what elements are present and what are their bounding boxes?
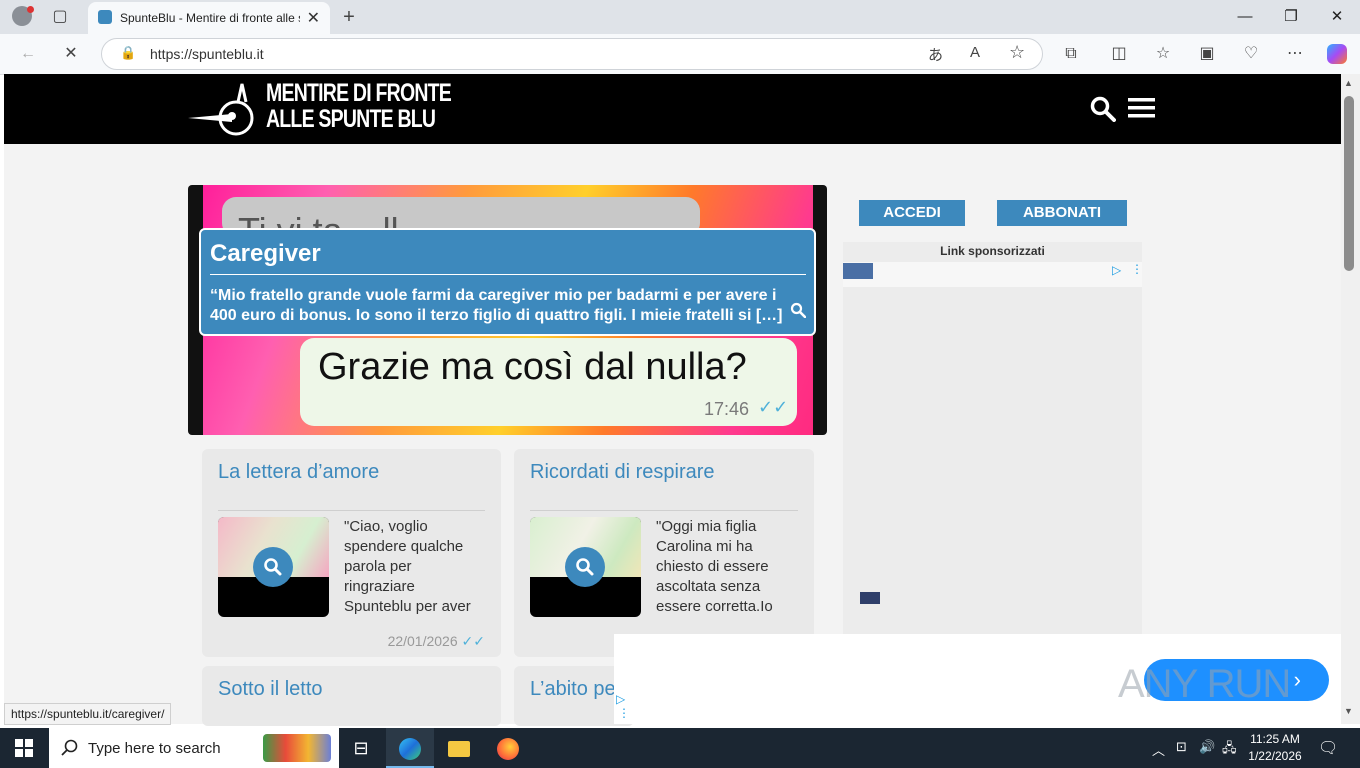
split-screen-icon[interactable]: ◫ [1106,41,1132,67]
read-aloud-icon[interactable]: A [970,44,980,61]
double-check-icon: ✓✓ [461,633,485,649]
clock-time: 11:25 AM [1250,732,1300,746]
chevron-right-icon: › [1293,667,1301,692]
double-check-icon: ✓✓ [758,397,789,417]
tab-actions-icon[interactable]: ▢ [47,4,73,30]
ad-small-logo[interactable] [860,592,880,604]
search-icon[interactable] [1090,96,1116,122]
minimize-icon[interactable]: — [1222,0,1268,34]
volume-icon[interactable]: 🔊 [1199,739,1215,755]
taskbar-clock[interactable]: 11:25 AM 1/22/2026 [1240,731,1310,765]
status-link-url: https://spunteblu.it/caregiver/ [4,703,172,725]
adchoices-icon[interactable]: ▷ [616,692,625,706]
address-url: https://spunteblu.it [150,46,264,62]
article-card[interactable]: Sotto il letto [202,666,501,726]
card-divider [218,510,485,511]
hero-image-time: 17:46 [704,399,750,419]
ad-image[interactable] [843,263,873,279]
card-thumbnail[interactable] [530,517,641,617]
card-divider [530,510,798,511]
bird-logo-icon[interactable] [186,80,260,138]
logo-line-1: MENTIRE DI FRONTE [266,79,452,107]
hero-excerpt-line-2: 400 euro di bonus. Io sono il terzo figl… [210,307,783,324]
hero-excerpt: “Mio fratello grande vuole farmi da care… [210,286,790,326]
ad-label: Link sponsorizzati [940,244,1045,258]
tab-active[interactable]: SpunteBlu - Mentire di fronte alle spunt… [88,2,330,34]
card-excerpt: "Ciao, voglio spendere qualche parola pe… [344,518,471,615]
address-bar[interactable]: 🔒 https://spunteblu.it あ A ☆ [101,38,1043,70]
search-icon[interactable] [253,547,293,587]
card-thumbnail[interactable] [218,517,329,617]
taskbar-search-placeholder: Type here to search [88,740,221,757]
site-logo-text[interactable]: MENTIRE DI FRONTE ALLE SPUNTE BLU [266,79,452,133]
edge-taskbar-icon[interactable] [386,728,434,768]
card-title[interactable]: Ricordati di respirare [530,461,715,484]
meet-now-icon[interactable]: ⊡ [1176,739,1187,755]
article-card[interactable]: Ricordati di respirare "Oggi mia figlia … [514,449,814,657]
adchoices-icon[interactable]: ▷ [1112,263,1121,277]
browser-essentials-icon[interactable]: ♡ [1238,41,1264,67]
scroll-down-icon[interactable]: ▼ [1344,706,1353,716]
search-icon[interactable] [790,302,806,318]
article-card[interactable]: La lettera d’amore "Ciao, voglio spender… [202,449,501,657]
hero-caption-box[interactable]: Caregiver “Mio fratello grande vuole far… [199,228,816,336]
extensions-icon[interactable]: ⧉ [1058,41,1084,67]
profile-notification-dot [27,6,34,13]
close-tab-icon[interactable]: ✕ [307,8,320,28]
scroll-up-icon[interactable]: ▲ [1344,78,1353,88]
favorite-star-icon[interactable]: ☆ [1009,42,1025,63]
ad-menu-icon[interactable]: ⋮ [618,706,630,720]
collections-icon[interactable]: ▣ [1194,41,1220,67]
tab-title: SpunteBlu - Mentire di fronte alle spunt… [120,11,300,25]
hero-excerpt-line-1: “Mio fratello grande vuole farmi da care… [210,287,777,304]
copilot-icon[interactable] [1327,44,1347,64]
sponsored-ad-area[interactable] [843,242,1142,634]
taskbar-search-box[interactable]: Type here to search [49,728,339,768]
back-icon[interactable]: ← [15,41,41,67]
file-explorer-icon[interactable] [435,728,483,768]
show-hidden-icons-icon[interactable]: ︿ [1152,740,1165,759]
restore-icon[interactable]: ❐ [1268,0,1314,34]
logo-line-2: ALLE SPUNTE BLU [266,105,436,133]
more-menu-icon[interactable]: ⋯ [1282,41,1308,67]
scroll-thumb[interactable] [1344,96,1354,271]
site-info-icon[interactable]: 🔒 [120,45,136,61]
notifications-icon[interactable]: 🗨 [1318,738,1338,758]
card-title[interactable]: Sotto il letto [218,678,323,701]
site-favicon-icon [98,10,112,24]
ad-menu-icon[interactable]: ⋮ [1131,262,1143,276]
translate-icon[interactable]: あ [928,44,943,65]
hero-title[interactable]: Caregiver [210,240,321,268]
task-view-icon[interactable]: ⊟ [337,728,385,768]
watermark-text: ANY RUN [1118,662,1291,706]
login-button[interactable]: ACCEDI [859,200,965,226]
card-excerpt: "Oggi mia figlia Carolina mi ha chiesto … [656,518,773,615]
search-icon [61,739,78,756]
card-title[interactable]: L’abito pe [530,678,616,701]
network-icon[interactable]: 🖧 [1222,739,1237,761]
windows-start-icon[interactable] [15,739,33,757]
card-title[interactable]: La lettera d’amore [218,461,379,484]
hamburger-menu-icon[interactable] [1128,97,1155,119]
firefox-icon[interactable] [484,728,532,768]
favorites-icon[interactable]: ☆ [1150,41,1176,67]
new-tab-icon[interactable]: + [336,4,362,30]
hero-image-text: Grazie ma così dal nulla? [318,346,747,388]
search-icon[interactable] [565,547,605,587]
card-date: 22/01/2026 ✓✓ [387,633,485,649]
ad-banner[interactable] [843,262,1142,287]
clock-date: 1/22/2026 [1248,749,1302,763]
close-window-icon[interactable]: ✕ [1314,0,1360,34]
subscribe-button[interactable]: ABBONATI [997,200,1127,226]
search-highlight-icon[interactable] [263,734,331,762]
hero-divider [210,274,806,275]
stop-loading-icon[interactable]: ✕ [58,41,84,67]
